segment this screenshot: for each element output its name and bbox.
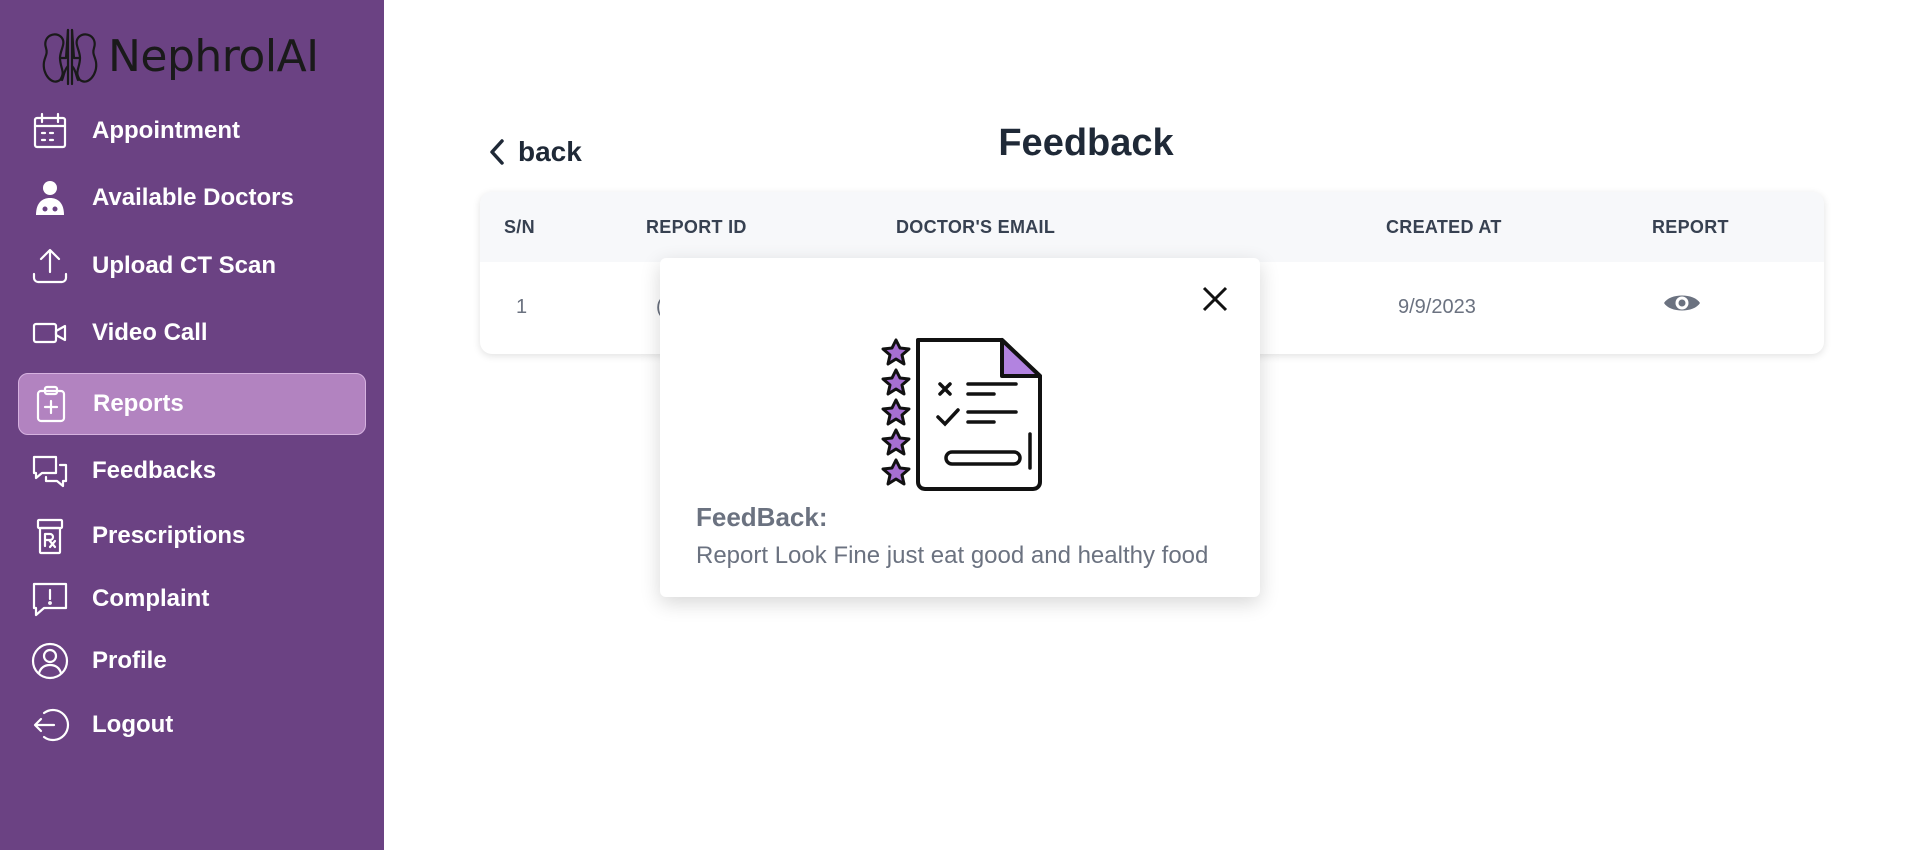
- sidebar-item-label: Profile: [92, 647, 167, 674]
- feedback-text: Report Look Fine just eat good and healt…: [696, 542, 1209, 569]
- sidebar-item-video-call[interactable]: Video Call: [18, 302, 366, 364]
- eye-icon[interactable]: [1662, 290, 1702, 316]
- user-icon: [26, 637, 74, 685]
- upload-icon: [26, 242, 74, 290]
- column-header-report: REPORT: [1652, 217, 1729, 237]
- sidebar-item-label: Video Call: [92, 319, 208, 346]
- rx-icon: [26, 512, 74, 560]
- page-title: Feedback: [998, 122, 1174, 164]
- kidneys-icon: [42, 28, 98, 86]
- sidebar-item-reports[interactable]: Reports: [18, 373, 366, 435]
- sidebar-item-logout[interactable]: Logout: [18, 694, 366, 756]
- feedback-modal: FeedBack: Report Look Fine just eat good…: [660, 258, 1260, 597]
- table-header: S/N REPORT ID DOCTOR'S EMAIL CREATED AT …: [480, 192, 1824, 262]
- sidebar-item-label: Prescriptions: [92, 522, 246, 549]
- brand-name: NephrolAI: [108, 30, 319, 82]
- doctor-icon: [26, 174, 74, 222]
- chat-icon: [26, 447, 74, 495]
- column-header-doctors-email: DOCTOR'S EMAIL: [896, 217, 1056, 237]
- column-header-report-id: REPORT ID: [646, 217, 747, 237]
- sidebar-item-label: Appointment: [92, 117, 240, 144]
- clipboard-icon: [27, 380, 75, 428]
- sidebar: NephrolAI Appointment Available Doctors …: [0, 0, 384, 850]
- sidebar-item-label: Complaint: [92, 585, 210, 612]
- brand-logo[interactable]: NephrolAI: [38, 26, 319, 86]
- sidebar-item-label: Upload CT Scan: [92, 252, 277, 279]
- sidebar-item-prescriptions[interactable]: Prescriptions: [18, 505, 366, 567]
- alert-message-icon: [26, 575, 74, 623]
- back-button[interactable]: back: [486, 136, 582, 168]
- logout-icon: [26, 701, 74, 749]
- feedback-title: FeedBack:: [696, 502, 828, 532]
- column-header-created-at: CREATED AT: [1386, 217, 1502, 237]
- sidebar-item-label: Reports: [93, 390, 184, 417]
- sidebar-item-appointment[interactable]: Appointment: [18, 100, 366, 162]
- column-header-sn: S/N: [504, 217, 535, 237]
- close-button[interactable]: [1196, 280, 1234, 318]
- calendar-icon: [26, 107, 74, 155]
- sidebar-item-profile[interactable]: Profile: [18, 630, 366, 692]
- cell-created-at: 9/9/2023: [1398, 296, 1476, 318]
- back-label: back: [518, 136, 582, 167]
- sidebar-item-complaint[interactable]: Complaint: [18, 568, 366, 630]
- chevron-left-icon: [490, 139, 504, 165]
- cell-sn: 1: [516, 296, 528, 318]
- sidebar-item-upload-ct-scan[interactable]: Upload CT Scan: [18, 235, 366, 297]
- sidebar-item-available-doctors[interactable]: Available Doctors: [18, 167, 366, 229]
- rated-document-icon: [881, 338, 1042, 491]
- close-icon: [1202, 286, 1228, 312]
- sidebar-item-label: Logout: [92, 711, 174, 738]
- video-icon: [26, 309, 74, 357]
- sidebar-item-label: Feedbacks: [92, 457, 217, 484]
- sidebar-item-label: Available Doctors: [92, 184, 294, 211]
- sidebar-item-feedbacks[interactable]: Feedbacks: [18, 440, 366, 502]
